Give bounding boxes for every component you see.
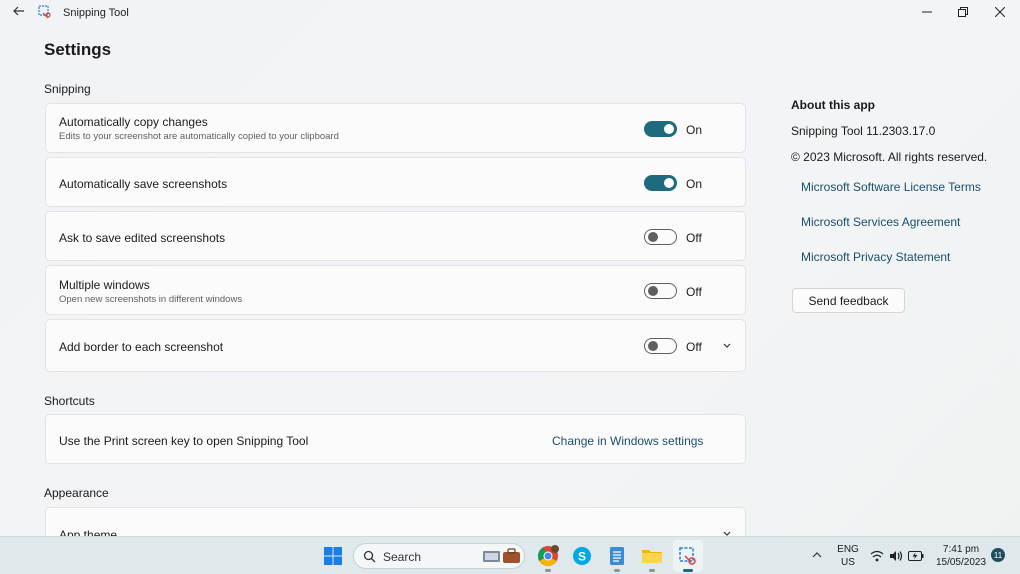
quick-settings[interactable] xyxy=(870,547,925,565)
active-indicator xyxy=(683,569,693,572)
running-indicator xyxy=(614,569,620,572)
toggle-state: Off xyxy=(686,285,702,299)
setting-description: Open new screenshots in different window… xyxy=(59,294,243,305)
send-feedback-button[interactable]: Send feedback xyxy=(792,288,905,313)
notepad-icon[interactable] xyxy=(605,544,629,568)
close-icon xyxy=(995,7,1005,17)
toggle-knob xyxy=(664,124,674,134)
multiple-windows-toggle[interactable] xyxy=(644,283,677,299)
search-placeholder: Search xyxy=(383,550,422,564)
battery-charging-icon xyxy=(908,551,924,561)
section-title-shortcuts: Shortcuts xyxy=(44,394,95,408)
svg-text:S: S xyxy=(578,550,586,564)
toggle-knob xyxy=(664,178,674,188)
setting-label: Multiple windows xyxy=(59,278,150,292)
back-button[interactable] xyxy=(10,2,28,20)
setting-print-screen: Use the Print screen key to open Snippin… xyxy=(45,414,746,464)
running-indicator xyxy=(649,569,655,572)
clock-time: 7:41 pm xyxy=(942,544,980,555)
setting-label: Use the Print screen key to open Snippin… xyxy=(59,434,309,448)
chevron-up-icon[interactable] xyxy=(812,551,822,559)
notification-badge[interactable]: 11 xyxy=(991,548,1005,562)
window-title: Snipping Tool xyxy=(63,7,129,19)
clock[interactable]: 7:41 pm 15/05/2023 xyxy=(930,544,992,568)
setting-label: Ask to save edited screenshots xyxy=(59,231,226,245)
change-windows-settings-link[interactable]: Change in Windows settings xyxy=(552,434,703,448)
restore-icon xyxy=(958,7,968,17)
skype-icon[interactable]: S xyxy=(570,544,594,568)
toggle-state: Off xyxy=(686,231,702,245)
toggle-knob xyxy=(648,232,658,242)
setting-label: Automatically save screenshots xyxy=(59,177,228,191)
setting-label: Add border to each screenshot xyxy=(59,340,224,354)
running-indicator xyxy=(545,569,551,572)
language-indicator[interactable]: ENG US xyxy=(836,544,860,568)
toggle-knob xyxy=(648,341,658,351)
toggle-state: On xyxy=(686,177,703,191)
minimize-icon xyxy=(922,11,932,13)
back-arrow-icon xyxy=(13,6,24,16)
ask-save-toggle[interactable] xyxy=(644,229,677,245)
search-highlight-icon xyxy=(483,548,520,563)
file-explorer-icon[interactable] xyxy=(640,544,664,568)
windows-start-icon[interactable] xyxy=(321,544,345,568)
close-button[interactable] xyxy=(984,2,1016,22)
chrome-icon[interactable] xyxy=(536,544,560,568)
snipping-tool-icon xyxy=(679,547,696,565)
auto-copy-toggle[interactable] xyxy=(644,121,677,137)
setting-multiple-windows: Multiple windows Open new screenshots in… xyxy=(45,265,746,315)
add-border-toggle[interactable] xyxy=(644,338,677,354)
setting-label: Automatically copy changes xyxy=(59,115,208,129)
auto-save-toggle[interactable] xyxy=(644,175,677,191)
setting-add-border[interactable]: Add border to each screenshot Off xyxy=(45,319,746,372)
title-bar: Snipping Tool xyxy=(0,0,1020,26)
minimize-button[interactable] xyxy=(911,2,943,22)
toggle-knob xyxy=(648,286,658,296)
wifi-icon xyxy=(870,550,884,562)
taskbar: Search S ENG US 7:41 pm 15/05/2023 11 xyxy=(0,536,1020,574)
taskbar-search[interactable]: Search xyxy=(353,543,525,569)
section-title-snipping: Snipping xyxy=(44,82,91,96)
setting-ask-save: Ask to save edited screenshots Off xyxy=(45,211,746,261)
search-icon xyxy=(363,550,376,563)
copyright: © 2023 Microsoft. All rights reserved. xyxy=(791,150,988,164)
services-agreement-link[interactable]: Microsoft Services Agreement xyxy=(801,215,960,229)
section-title-appearance: Appearance xyxy=(44,486,109,500)
about-title: About this app xyxy=(791,98,875,112)
setting-auto-save: Automatically save screenshots On xyxy=(45,157,746,207)
license-terms-link[interactable]: Microsoft Software License Terms xyxy=(801,180,981,194)
toggle-state: On xyxy=(686,123,703,137)
toggle-state: Off xyxy=(686,340,702,354)
restore-button[interactable] xyxy=(947,2,979,22)
setting-description: Edits to your screenshot are automatical… xyxy=(59,131,339,142)
language-code: ENG xyxy=(837,544,859,555)
setting-auto-copy: Automatically copy changes Edits to your… xyxy=(45,103,746,153)
snipping-tool-taskbar-button[interactable] xyxy=(673,540,703,572)
clock-date: 15/05/2023 xyxy=(935,557,987,568)
region-code: US xyxy=(841,557,855,568)
app-version: Snipping Tool 11.2303.17.0 xyxy=(791,124,936,138)
snipping-tool-icon xyxy=(38,5,51,19)
privacy-statement-link[interactable]: Microsoft Privacy Statement xyxy=(801,250,950,264)
chevron-down-icon[interactable] xyxy=(722,342,732,350)
page-title: Settings xyxy=(44,40,112,59)
volume-icon xyxy=(890,551,903,561)
